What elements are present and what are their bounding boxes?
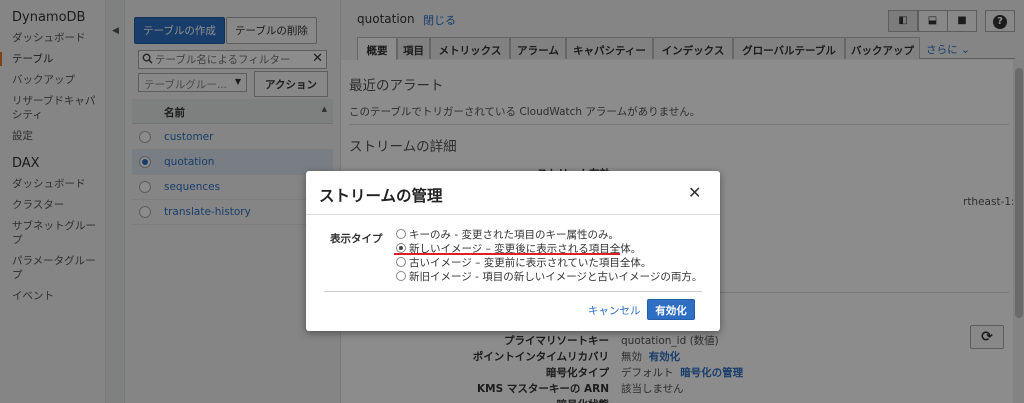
cancel-button[interactable]: キャンセル xyxy=(588,303,641,318)
option-old-image[interactable]: 古いイメージ – 変更前に表示されていた項目全体。 xyxy=(396,255,651,270)
radio-button[interactable] xyxy=(396,229,406,239)
close-icon[interactable]: ✕ xyxy=(688,183,701,202)
radio-button[interactable] xyxy=(396,243,406,253)
option-label: 古いイメージ – 変更前に表示されていた項目全体。 xyxy=(409,257,652,269)
dialog-title: ストリームの管理 xyxy=(319,187,443,205)
enable-button[interactable]: 有効化 xyxy=(647,299,695,320)
option-new-and-old-images[interactable]: 新旧イメージ - 項目の新しいイメージと古いイメージの両方。 xyxy=(396,269,702,284)
radio-button[interactable] xyxy=(396,271,406,281)
dialog-header: ストリームの管理 ✕ xyxy=(306,171,720,215)
manage-stream-dialog: ストリームの管理 ✕ 表示タイプ キーのみ - 変更された項目のキー属性のみ。 … xyxy=(306,171,720,331)
option-keys-only[interactable]: キーのみ - 変更された項目のキー属性のみ。 xyxy=(396,227,619,242)
radio-button[interactable] xyxy=(396,257,406,267)
option-label: 新旧イメージ - 項目の新しいイメージと古いイメージの両方。 xyxy=(409,271,703,283)
view-type-label: 表示タイプ xyxy=(330,233,383,245)
dialog-divider xyxy=(324,291,702,292)
option-label: キーのみ - 変更された項目のキー属性のみ。 xyxy=(409,229,619,241)
